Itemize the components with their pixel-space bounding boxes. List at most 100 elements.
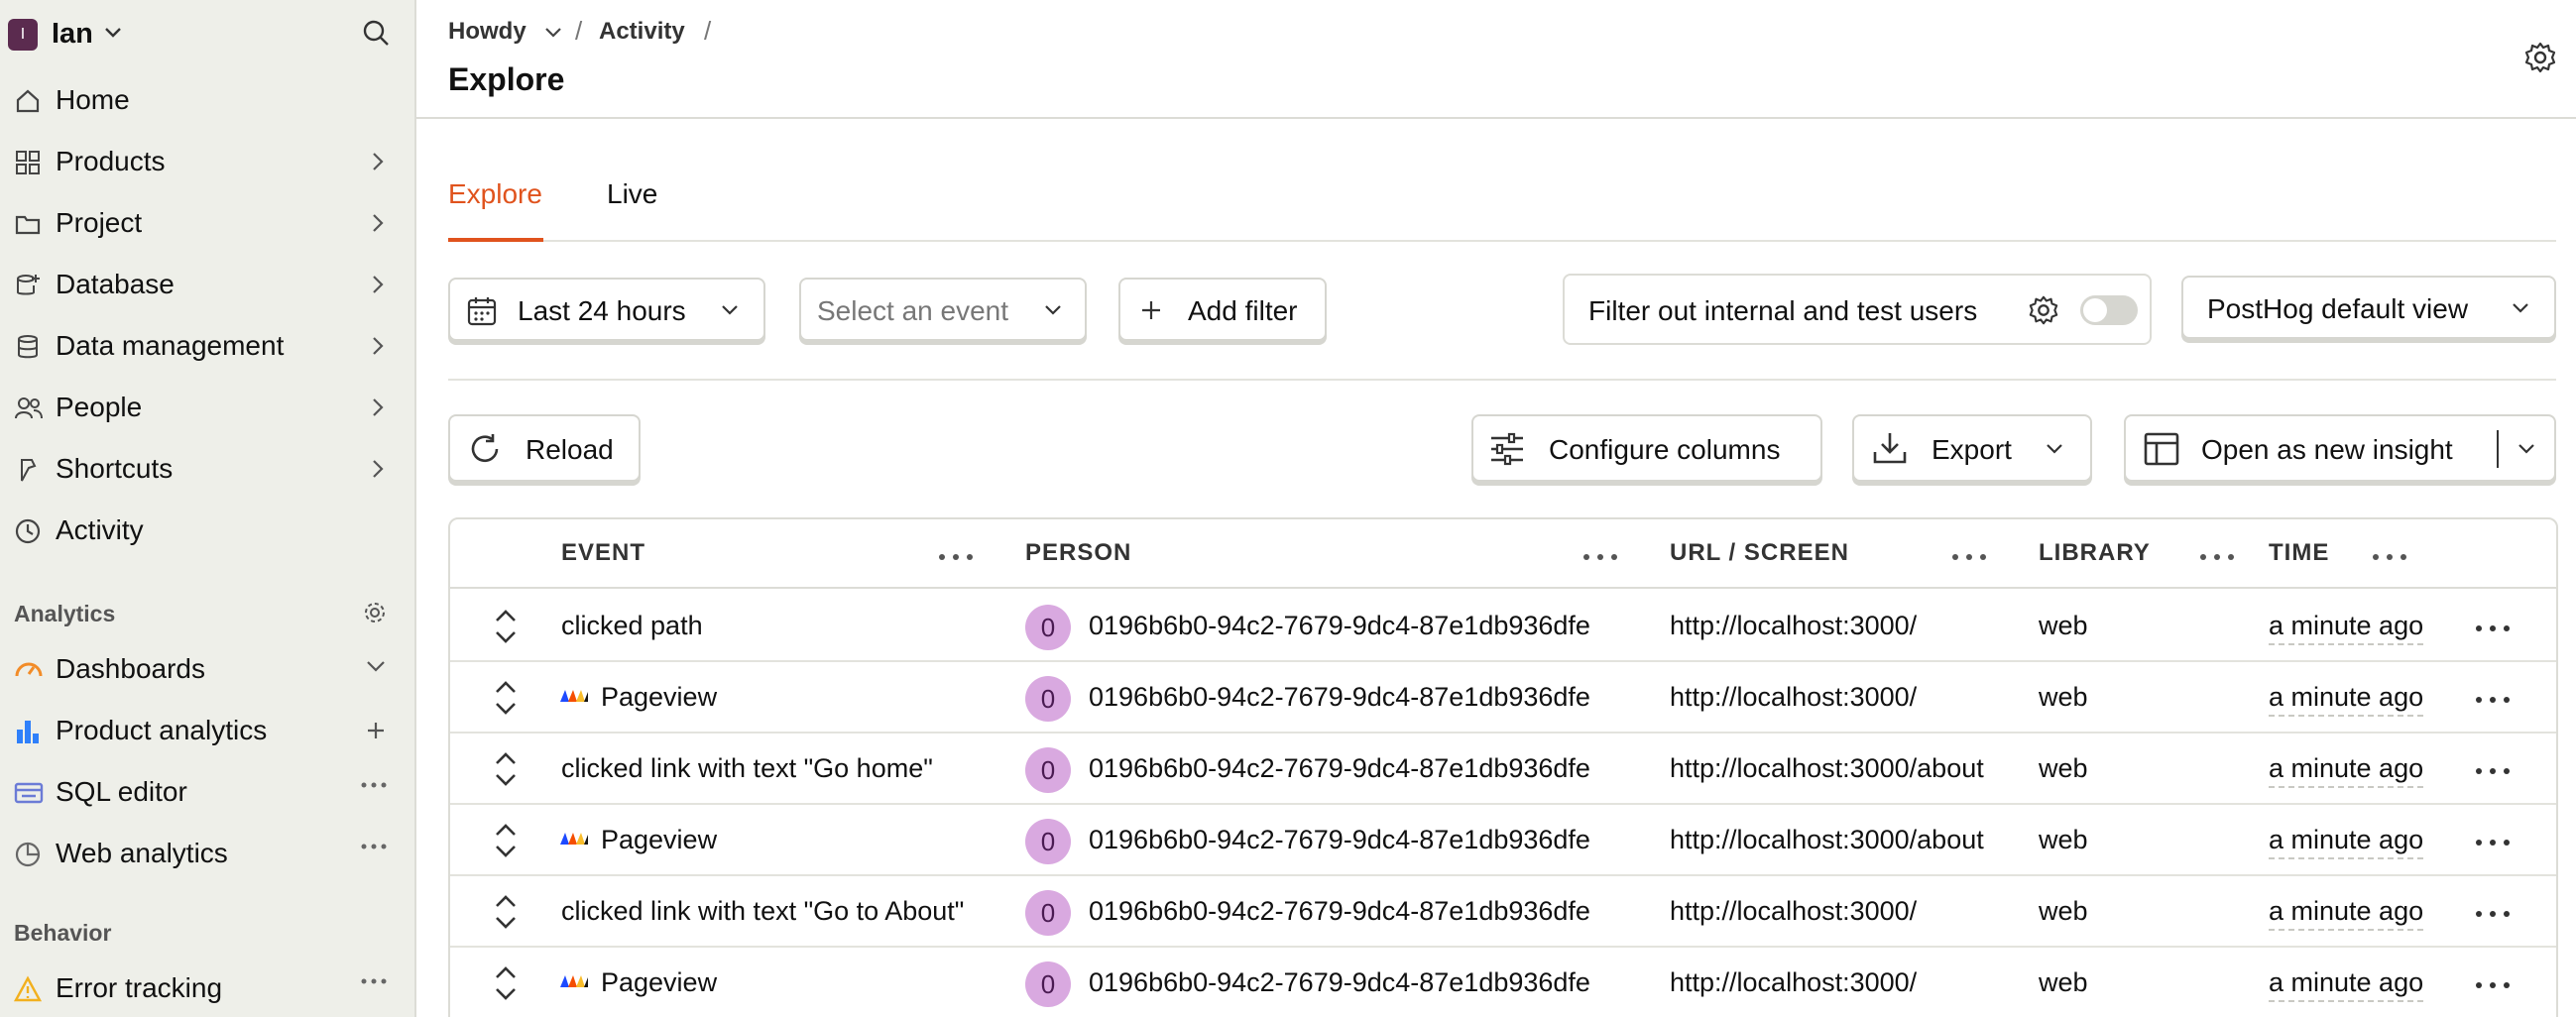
gear-icon[interactable] <box>2522 40 2558 75</box>
sidebar-item-database[interactable]: Database <box>0 254 416 315</box>
expand-row-icon[interactable] <box>492 678 520 718</box>
sidebar-item-home[interactable]: Home <box>0 69 416 131</box>
dashboard-gauge-icon <box>14 656 44 684</box>
person-id[interactable]: 0196b6b0-94c2-7679-9dc4-87e1db936dfe <box>1089 611 1590 641</box>
sidebar-item-sql-editor[interactable]: SQL editor <box>0 761 416 823</box>
breadcrumb-project[interactable]: Howdy <box>448 18 527 46</box>
person-id[interactable]: 0196b6b0-94c2-7679-9dc4-87e1db936dfe <box>1089 896 1590 927</box>
database-icon <box>14 333 42 361</box>
expand-row-icon[interactable] <box>492 892 520 932</box>
table-row[interactable]: clicked link with text "Go home" 0 0196b6b… <box>450 734 2556 805</box>
time-cell: a minute ago <box>2269 611 2424 645</box>
more-icon[interactable] <box>361 843 387 850</box>
breadcrumb-activity[interactable]: Activity <box>599 18 685 46</box>
column-header-person[interactable]: PERSON <box>1025 539 1131 567</box>
export-label: Export <box>1932 434 2012 465</box>
add-filter-button[interactable]: Add filter <box>1118 278 1327 341</box>
event-name: clicked link with text "Go to About" <box>561 896 965 926</box>
sidebar-item-activity[interactable]: Activity <box>0 500 416 561</box>
time-cell: a minute ago <box>2269 896 2424 931</box>
export-button[interactable]: Export <box>1852 414 2092 482</box>
people-icon <box>14 395 44 422</box>
tab-explore[interactable]: Explore <box>448 178 542 210</box>
sidebar-item-data-management[interactable]: Data management <box>0 315 416 377</box>
expand-row-icon[interactable] <box>492 963 520 1003</box>
sidebar-item-product-analytics[interactable]: Product analytics <box>0 700 416 761</box>
more-icon[interactable] <box>361 781 387 789</box>
person-avatar[interactable]: 0 <box>1025 605 1071 650</box>
sidebar-item-project[interactable]: Project <box>0 192 416 254</box>
date-range-button[interactable]: Last 24 hours <box>448 278 765 341</box>
person-avatar[interactable]: 0 <box>1025 961 1071 1007</box>
sidebar-item-label: Database <box>56 269 175 299</box>
row-menu-icon[interactable] <box>2475 839 2511 847</box>
grid-icon <box>14 149 42 176</box>
expand-row-icon[interactable] <box>492 821 520 860</box>
table-row[interactable]: Pageview 0 0196b6b0-94c2-7679-9dc4-87e1db9… <box>450 948 2556 1017</box>
sidebar-item-label: Data management <box>56 330 285 361</box>
plus-icon[interactable] <box>365 720 387 741</box>
person-avatar[interactable]: 0 <box>1025 747 1071 793</box>
more-icon[interactable] <box>361 977 387 985</box>
person-id[interactable]: 0196b6b0-94c2-7679-9dc4-87e1db936dfe <box>1089 682 1590 713</box>
row-menu-icon[interactable] <box>2475 767 2511 775</box>
person-avatar[interactable]: 0 <box>1025 676 1071 722</box>
table-row[interactable]: clicked link with text "Go to About" 0 019… <box>450 876 2556 948</box>
gear-icon[interactable] <box>363 601 387 624</box>
gear-icon[interactable] <box>2027 293 2060 327</box>
sidebar-item-web-analytics[interactable]: Web analytics <box>0 823 416 884</box>
sidebar-item-people[interactable]: People <box>0 377 416 438</box>
chevron-down-icon[interactable] <box>365 658 387 674</box>
column-menu-icon[interactable] <box>2199 553 2235 561</box>
expand-row-icon[interactable] <box>492 607 520 646</box>
person-id[interactable]: 0196b6b0-94c2-7679-9dc4-87e1db936dfe <box>1089 825 1590 855</box>
sidebar-item-label: Shortcuts <box>56 453 174 484</box>
row-menu-icon[interactable] <box>2475 981 2511 989</box>
sidebar-item-error-tracking[interactable]: Error tracking <box>0 958 416 1017</box>
sidebar-item-label: Products <box>56 146 166 176</box>
row-menu-icon[interactable] <box>2475 696 2511 704</box>
expand-row-icon[interactable] <box>492 749 520 789</box>
person-id[interactable]: 0196b6b0-94c2-7679-9dc4-87e1db936dfe <box>1089 753 1590 784</box>
table-row[interactable]: Pageview 0 0196b6b0-94c2-7679-9dc4-87e1db9… <box>450 805 2556 876</box>
view-select[interactable]: PostHog default view <box>2181 276 2556 339</box>
search-icon[interactable] <box>361 18 391 48</box>
column-menu-icon[interactable] <box>938 553 974 561</box>
person-id[interactable]: 0196b6b0-94c2-7679-9dc4-87e1db936dfe <box>1089 967 1590 998</box>
person-avatar[interactable]: 0 <box>1025 819 1071 864</box>
reload-button[interactable]: Reload <box>448 414 641 482</box>
internal-users-filter: Filter out internal and test users <box>1563 274 2152 345</box>
url-cell: http://localhost:3000/about <box>1670 753 1984 783</box>
sidebar-item-products[interactable]: Products <box>0 131 416 192</box>
sidebar-item-shortcuts[interactable]: Shortcuts <box>0 438 416 500</box>
column-menu-icon[interactable] <box>1582 553 1618 561</box>
row-menu-icon[interactable] <box>2475 624 2511 632</box>
internal-users-toggle[interactable] <box>2080 295 2138 325</box>
event-select[interactable]: Select an event <box>799 278 1087 341</box>
org-switcher[interactable]: I Ian <box>0 0 416 71</box>
column-menu-icon[interactable] <box>2372 553 2407 561</box>
table-row[interactable]: Pageview 0 0196b6b0-94c2-7679-9dc4-87e1db9… <box>450 662 2556 734</box>
tab-live[interactable]: Live <box>607 178 657 210</box>
sidebar-item-label: Activity <box>56 514 144 545</box>
chevron-down-icon[interactable] <box>2517 442 2536 456</box>
url-cell: http://localhost:3000/ <box>1670 896 1918 926</box>
person-avatar[interactable]: 0 <box>1025 890 1071 936</box>
column-header-time[interactable]: TIME <box>2269 539 2329 567</box>
chevron-down-icon[interactable] <box>543 26 563 40</box>
time-cell: a minute ago <box>2269 825 2424 859</box>
column-header-library[interactable]: LIBRARY <box>2039 539 2151 567</box>
sidebar-item-label: Dashboards <box>56 653 205 684</box>
url-cell: http://localhost:3000/ <box>1670 682 1918 712</box>
column-header-url[interactable]: URL / SCREEN <box>1670 539 1849 567</box>
library-cell: web <box>2039 896 2088 926</box>
breadcrumb-separator: / <box>704 16 712 46</box>
row-menu-icon[interactable] <box>2475 910 2511 918</box>
open-insight-button[interactable]: Open as new insight <box>2124 414 2556 482</box>
sidebar-item-dashboards[interactable]: Dashboards <box>0 638 416 700</box>
column-menu-icon[interactable] <box>1951 553 1987 561</box>
table-row[interactable]: clicked path 0 0196b6b0-94c2-7679-9dc4-87e… <box>450 591 2556 662</box>
configure-columns-button[interactable]: Configure columns <box>1471 414 1822 482</box>
active-tab-indicator <box>448 238 543 242</box>
column-header-event[interactable]: EVENT <box>561 539 645 567</box>
